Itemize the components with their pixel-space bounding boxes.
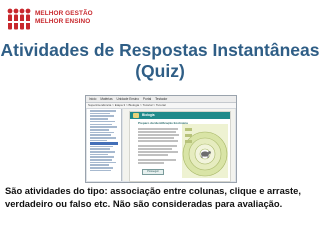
logo-text: MELHOR GESTÃO MELHOR ENSINO xyxy=(35,10,93,26)
sidebar-line xyxy=(90,151,115,153)
lesson-header-title: Biologia xyxy=(142,113,155,117)
sidebar-line xyxy=(90,131,114,134)
sidebar-line xyxy=(90,169,111,172)
logo-line-1: MELHOR GESTÃO xyxy=(35,10,93,17)
page-subtitle: (Quiz) xyxy=(135,61,185,81)
sidebar-line xyxy=(90,136,116,139)
description-text: São atividades do tipo: associação entre… xyxy=(5,185,301,209)
sidebar-line xyxy=(90,112,110,115)
sidebar-line xyxy=(90,123,112,126)
lesson-page: Biologia Preparo da Identificação Ecológ… xyxy=(129,111,231,182)
text-line xyxy=(138,140,178,142)
menu-item: Portal xyxy=(142,97,152,101)
sidebar-line-selected xyxy=(90,142,118,145)
sidebar-line xyxy=(90,115,114,118)
ecology-rings-illustration xyxy=(182,124,228,178)
sidebar-line xyxy=(90,126,117,128)
text-line xyxy=(138,137,174,139)
text-line xyxy=(138,159,176,161)
breadcrumb-text: Superintendência > Etapa 3 > Biologia > … xyxy=(88,103,166,107)
sidebar-line xyxy=(90,145,113,148)
sidebar-line xyxy=(90,110,116,112)
sidebar-line xyxy=(90,148,110,150)
screenshot-content: Biologia Preparo da Identificação Ecológ… xyxy=(123,109,235,182)
text-line xyxy=(138,131,176,133)
lesson-subtitle: Preparo da Identificação Ecológica xyxy=(138,121,188,125)
menu-item: Unidade Ensino xyxy=(116,97,139,101)
text-line xyxy=(138,128,178,130)
logo: MELHOR GESTÃO MELHOR ENSINO xyxy=(6,7,126,31)
sidebar-line xyxy=(90,159,112,161)
text-line xyxy=(138,154,168,156)
sidebar-line xyxy=(90,153,108,156)
text-line xyxy=(138,151,178,153)
logo-people-icon xyxy=(6,8,32,30)
book-icon xyxy=(133,113,139,118)
sidebar-line xyxy=(90,156,114,158)
sidebar-line xyxy=(90,161,116,164)
sidebar-line xyxy=(90,134,111,136)
screenshot-sidebar xyxy=(87,109,122,181)
text-line xyxy=(138,162,164,164)
menu-item: Testador xyxy=(155,97,168,101)
page-title: Atividades de Respostas Instantâneas xyxy=(0,40,320,60)
menu-item: Matérias xyxy=(100,97,113,101)
logo-line-2: MELHOR ENSINO xyxy=(35,18,91,25)
screenshot-menubar: Inicio Matérias Unidade Ensino Portal Te… xyxy=(86,96,236,103)
proceed-button[interactable]: Prosseguir xyxy=(142,169,164,175)
sidebar-line xyxy=(90,139,107,142)
lesson-header: Biologia xyxy=(130,112,230,119)
text-line xyxy=(138,145,177,147)
sidebar-line xyxy=(90,164,109,167)
sidebar-line xyxy=(90,167,113,169)
embedded-screenshot: Inicio Matérias Unidade Ensino Portal Te… xyxy=(85,95,237,183)
sidebar-line xyxy=(90,118,108,120)
sidebar-line xyxy=(90,120,115,123)
text-line xyxy=(138,148,172,150)
menu-item: Inicio xyxy=(89,97,97,101)
text-line xyxy=(138,134,179,136)
sidebar-line xyxy=(90,128,109,131)
